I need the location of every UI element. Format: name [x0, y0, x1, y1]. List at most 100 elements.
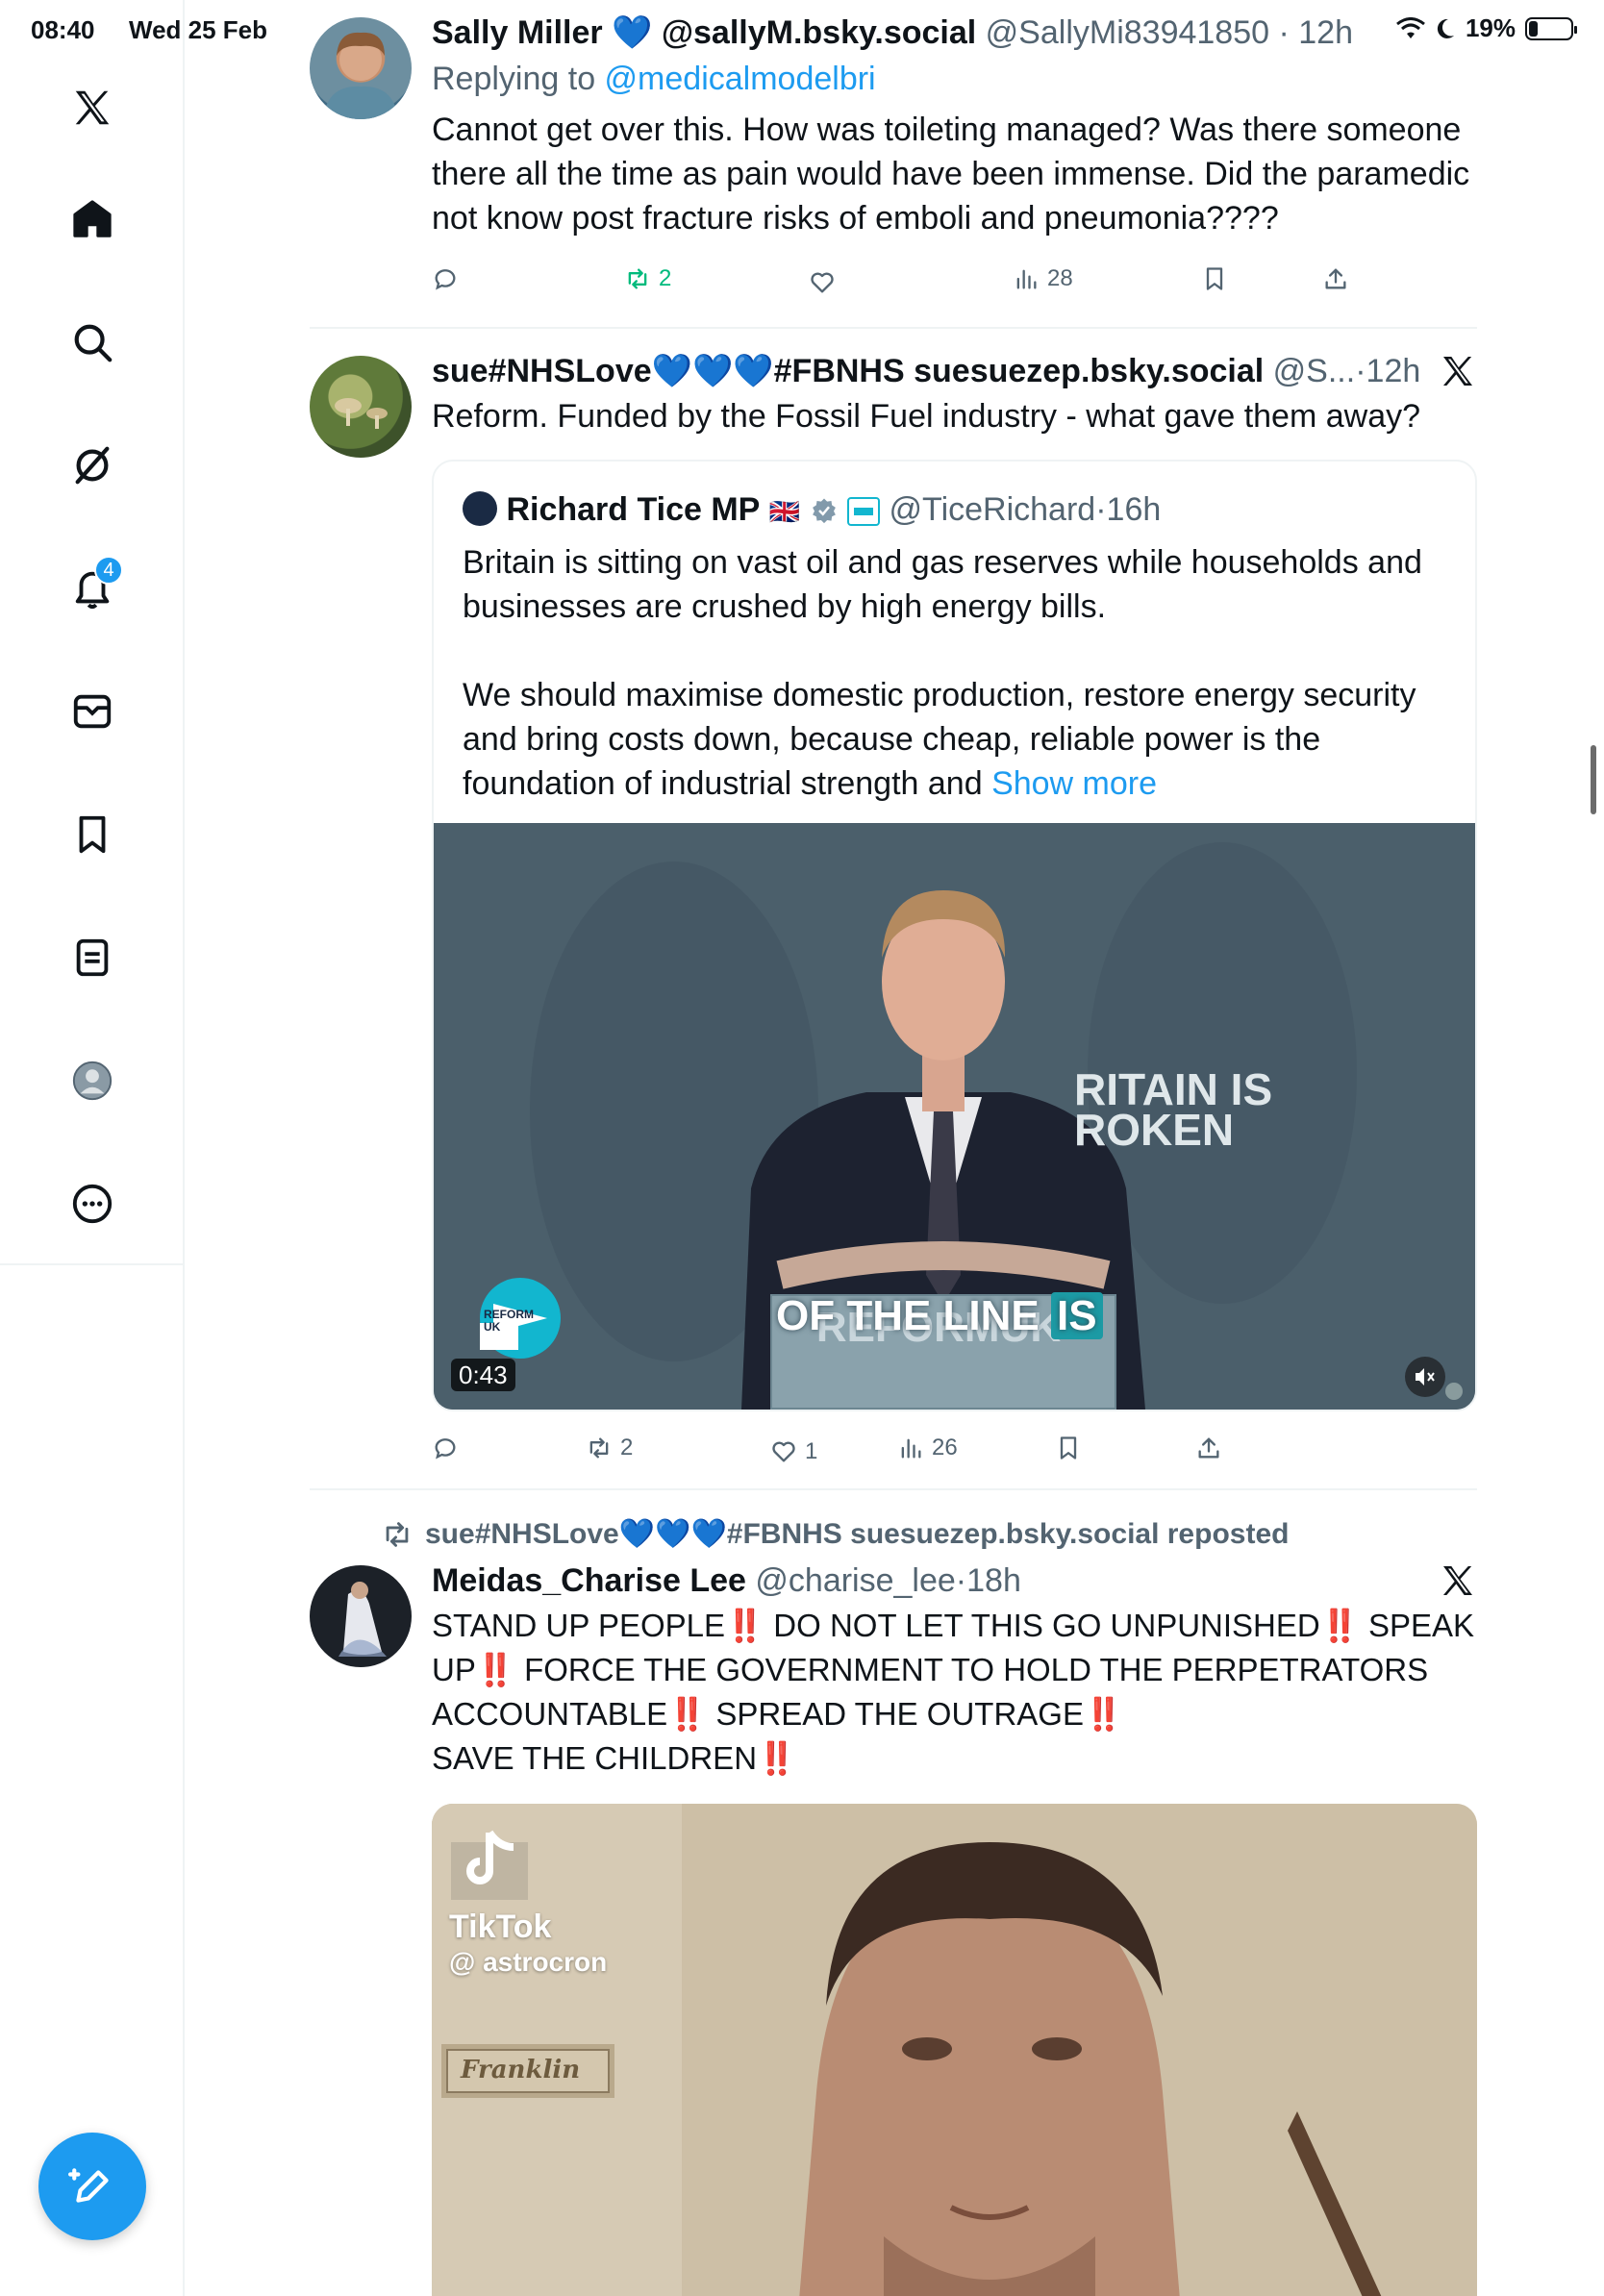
tweet[interactable]: sue#NHSLove💙💙💙#FBNHS suesuezep.bsky.soci… — [310, 1515, 1477, 2296]
notifications-icon[interactable]: 4 — [54, 550, 131, 627]
x-logo-icon[interactable] — [54, 69, 131, 146]
verified-icon — [812, 498, 836, 524]
reply-icon — [435, 1438, 456, 1460]
video-frame — [432, 1804, 1477, 2296]
reform-logo: REFORM UK — [484, 1309, 534, 1334]
tweet-text-line: SAVE THE CHILDREN‼️ — [432, 1740, 797, 1776]
tweet-text-line: UP‼️ FORCE THE GOVERNMENT TO HOLD THE PE… — [432, 1652, 1429, 1687]
tweet-header: Meidas_Charise Lee @charise_lee·18h — [432, 1562, 1021, 1599]
like-button[interactable] — [809, 269, 836, 296]
video-banner: RITAIN IS ROKEN — [1074, 1064, 1273, 1155]
lists-icon[interactable] — [54, 919, 131, 996]
views-button[interactable]: 28 — [1013, 265, 1073, 292]
messages-icon[interactable] — [54, 673, 131, 750]
video-caption: OF THE LINE IS — [776, 1292, 1103, 1340]
video-caption-text: OF THE LINE — [776, 1292, 1040, 1339]
tweet-header: sue#NHSLove💙💙💙#FBNHS suesuezep.bsky.soci… — [432, 353, 1421, 389]
home-icon[interactable] — [54, 181, 131, 258]
views-count: 28 — [1047, 265, 1073, 291]
retweet-count: 2 — [659, 265, 672, 291]
bookmark-icon — [1206, 267, 1223, 290]
avatar[interactable] — [310, 1565, 412, 1667]
retweet-icon — [628, 268, 647, 289]
views-icon — [901, 1438, 921, 1459]
scrollbar[interactable] — [1591, 745, 1596, 814]
sidebar-divider — [0, 1263, 185, 1265]
replying-to-link[interactable]: @medicalmodelbri — [605, 61, 876, 97]
bookmark-icon — [1060, 1436, 1077, 1460]
tweet-text: STAND UP PEOPLE‼️ DO NOT LET THIS GO UNP… — [432, 1604, 1477, 1781]
timestamp[interactable]: 12h — [1366, 353, 1421, 389]
retweet-count: 2 — [620, 1435, 634, 1460]
replying-to: Replying to @medicalmodelbri — [432, 60, 1477, 98]
notification-badge: 4 — [94, 556, 123, 585]
quote-text-body: We should maximise domestic production, … — [463, 677, 1416, 802]
repost-label: sue#NHSLove💙💙💙#FBNHS suesuezep.bsky.soci… — [381, 1515, 1289, 1554]
views-count: 26 — [932, 1435, 958, 1460]
tweet[interactable]: Sally Miller 💙 @sallyM.bsky.social @Sall… — [310, 13, 1477, 321]
retweet-button[interactable]: 2 — [586, 1435, 633, 1461]
tweet[interactable]: sue#NHSLove💙💙💙#FBNHS suesuezep.bsky.soci… — [310, 352, 1477, 1467]
video-player[interactable]: RITAIN IS ROKEN REFORM UK REFORMUK OF TH… — [434, 823, 1475, 1410]
share-icon — [1198, 1437, 1219, 1459]
tiktok-label: TikTok — [449, 1909, 552, 1945]
views-button[interactable]: 26 — [897, 1435, 958, 1461]
bookmarks-icon[interactable] — [54, 796, 131, 873]
handle[interactable]: @SallyMi83941850 — [986, 14, 1269, 51]
reply-icon — [435, 269, 456, 290]
display-name[interactable]: sue#NHSLove💙💙💙#FBNHS suesuezep.bsky.soci… — [432, 353, 1264, 389]
share-button[interactable] — [1195, 1435, 1222, 1461]
video-timer: 0:43 — [451, 1359, 515, 1391]
like-button[interactable]: 1 — [770, 1438, 817, 1465]
bookmark-button[interactable] — [1055, 1435, 1082, 1461]
retweet-button[interactable]: 2 — [624, 265, 671, 292]
reply-button[interactable] — [432, 1435, 459, 1461]
quoted-tweet[interactable]: Richard Tice MP 🇬🇧 @TiceRichard·16h Brit… — [432, 460, 1477, 1411]
reform-badge-icon — [847, 497, 881, 526]
avatar[interactable] — [310, 17, 412, 119]
video-duration: 0:43 — [459, 1360, 508, 1389]
quote-text-2: We should maximise domestic production, … — [463, 673, 1446, 806]
video-player[interactable]: TikTok @ astrocron Franklin — [432, 1804, 1477, 2296]
more-icon[interactable] — [54, 1165, 131, 1242]
battery-icon — [1525, 16, 1577, 40]
quote-display-name[interactable]: Richard Tice MP — [506, 491, 760, 528]
video-caption-highlight: IS — [1051, 1292, 1103, 1339]
sidebar: 4 — [0, 0, 185, 2296]
mute-icon[interactable] — [1405, 1357, 1445, 1397]
compose-button[interactable] — [38, 2133, 146, 2240]
display-name[interactable]: Sally Miller 💙 @sallyM.bsky.social — [432, 14, 976, 51]
profile-icon[interactable] — [54, 1042, 131, 1119]
quote-avatar[interactable] — [463, 491, 497, 526]
tweet-divider — [310, 327, 1477, 329]
replying-prefix: Replying to — [432, 61, 605, 97]
video-banner-line2: ROKEN — [1074, 1105, 1235, 1155]
quote-handle[interactable]: @TiceRichard — [890, 491, 1096, 528]
handle[interactable]: @S... — [1273, 353, 1356, 389]
x-logo-icon — [1443, 357, 1472, 386]
display-name[interactable]: Meidas_Charise Lee — [432, 1562, 746, 1599]
reply-button[interactable] — [432, 265, 459, 292]
tweet-text-line: STAND UP PEOPLE‼️ DO NOT LET THIS GO UNP… — [432, 1608, 1475, 1643]
timestamp[interactable]: 12h — [1298, 14, 1353, 51]
retweet-icon — [589, 1437, 609, 1459]
tweet-header: Sally Miller 💙 @sallyM.bsky.social @Sall… — [432, 14, 1353, 51]
x-logo-icon — [1443, 1566, 1472, 1595]
tiktok-user: @ astrocron — [449, 1947, 608, 1977]
handle[interactable]: @charise_lee — [755, 1562, 955, 1599]
video-banner-line1: RITAIN IS — [1074, 1064, 1273, 1114]
tweet-divider — [310, 1488, 1477, 1490]
compose-icon — [68, 2168, 109, 2203]
timestamp[interactable]: 18h — [966, 1562, 1021, 1599]
share-icon — [1325, 268, 1346, 289]
repost-text[interactable]: sue#NHSLove💙💙💙#FBNHS suesuezep.bsky.soci… — [425, 1515, 1289, 1554]
quote-text-1: Britain is sitting on vast oil and gas r… — [463, 544, 1422, 625]
share-button[interactable] — [1322, 265, 1349, 292]
avatar[interactable] — [310, 356, 412, 458]
bookmark-button[interactable] — [1201, 265, 1228, 292]
quote-timestamp[interactable]: 16h — [1107, 491, 1162, 528]
show-more-link[interactable]: Show more — [991, 765, 1157, 802]
search-icon[interactable] — [54, 304, 131, 381]
grok-icon[interactable] — [54, 427, 131, 504]
heart-icon — [772, 1441, 795, 1462]
